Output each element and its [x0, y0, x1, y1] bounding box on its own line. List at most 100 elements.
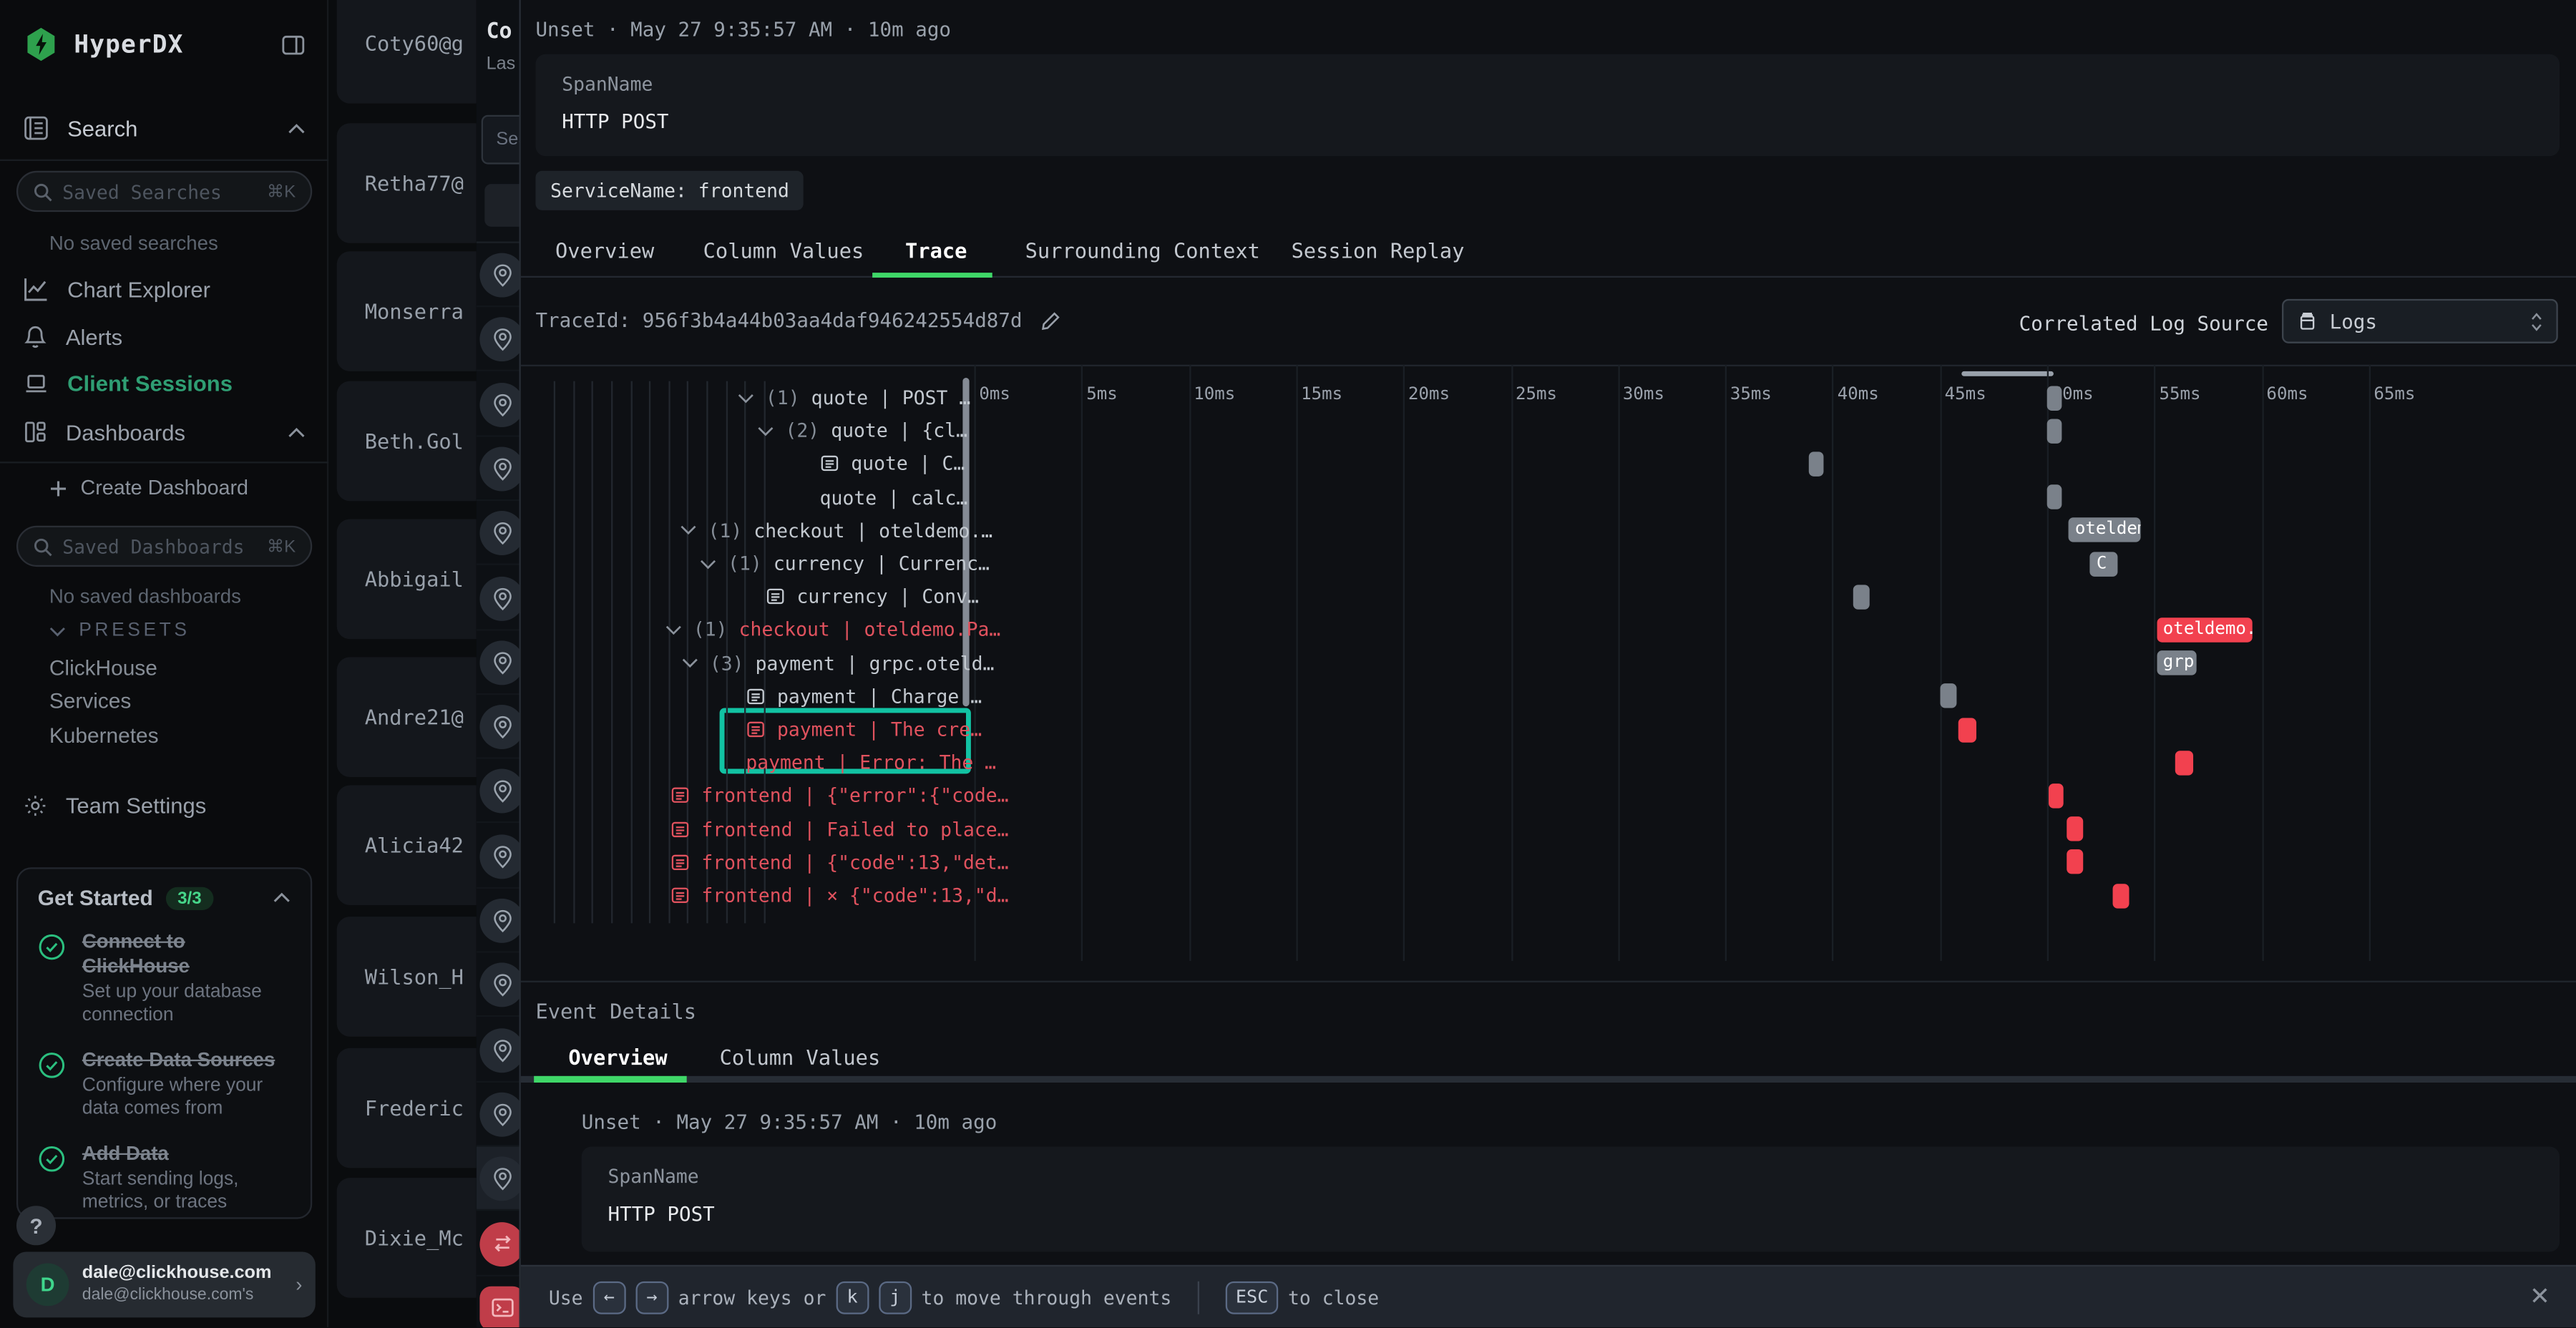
trace-span-row[interactable]: quote | C… [820, 447, 965, 480]
session-event-row[interactable] [477, 1147, 519, 1211]
tab-session-replay[interactable]: Session Replay [1292, 238, 1465, 263]
session-event-row-error[interactable] [477, 1276, 519, 1327]
span-duration-bar[interactable]: grp [2157, 650, 2197, 675]
span-duration-bar[interactable] [2114, 883, 2129, 907]
trace-span-row[interactable]: frontend | × {"code":13,"d… [670, 879, 1009, 912]
sidebar-item-alerts[interactable]: Alerts [23, 323, 306, 350]
session-card[interactable]: Dixie_Mc [337, 1178, 477, 1298]
session-event-row[interactable] [477, 502, 519, 566]
span-duration-bar[interactable] [2067, 850, 2084, 874]
tab-overview[interactable]: Overview [555, 238, 654, 263]
help-button[interactable]: ? [16, 1206, 56, 1245]
event-details-tab-overview[interactable]: Overview [568, 1045, 667, 1069]
sidebar-item-search[interactable]: Search [23, 115, 306, 142]
user-menu[interactable]: D dale@clickhouse.com dale@clickhouse.co… [13, 1251, 315, 1317]
session-event-row[interactable] [477, 630, 519, 695]
saved-searches-input[interactable]: Saved Searches ⌘K [16, 171, 312, 212]
session-card[interactable]: Alicia42 [337, 785, 477, 905]
trace-span-row[interactable]: currency | Conv… [766, 580, 979, 613]
session-card[interactable]: Wilson_H [337, 917, 477, 1037]
sidebar-item-client-sessions[interactable]: Client Sessions [23, 371, 306, 396]
sidebar-item-chart-explorer[interactable]: Chart Explorer [23, 276, 306, 303]
expand-chevron-icon[interactable] [682, 658, 698, 669]
trace-span-row[interactable]: frontend | {"error":{"code… [670, 779, 1009, 812]
trace-span-row[interactable]: (1)checkout | oteldemo.Pa… [665, 613, 1000, 646]
span-duration-bar[interactable] [2049, 783, 2064, 808]
get-started-step[interactable]: Add DataStart sending logs, metrics, or … [38, 1141, 291, 1215]
session-card[interactable]: Retha77@ [337, 123, 477, 243]
trace-span-row[interactable]: (1)checkout | oteldemo.… [680, 514, 993, 547]
presets-toggle[interactable]: PRESETS [49, 621, 190, 641]
saved-dashboards-input[interactable]: Saved Dashboards ⌘K [16, 526, 312, 567]
span-duration-bar[interactable] [1940, 684, 1957, 708]
session-event-row[interactable] [477, 243, 519, 308]
expand-chevron-icon[interactable] [680, 524, 697, 536]
session-event-row-error[interactable] [477, 1211, 519, 1276]
session-event-row[interactable] [477, 1018, 519, 1083]
span-duration-bar[interactable] [2067, 816, 2084, 841]
span-duration-bar[interactable]: oteldemo. [2157, 617, 2253, 642]
session-event-row[interactable] [477, 953, 519, 1017]
span-duration-bar[interactable] [1854, 585, 1869, 609]
trace-span-row[interactable]: (2)quote | {cl… [757, 414, 967, 447]
session-card[interactable]: Andre21@ [337, 657, 477, 777]
trace-span-row[interactable]: frontend | Failed to place… [670, 813, 1009, 846]
span-duration-bar[interactable] [1959, 717, 1976, 741]
expand-chevron-icon[interactable] [757, 425, 774, 436]
expand-chevron-icon[interactable] [700, 557, 716, 569]
preset-services[interactable]: Services [49, 688, 131, 713]
session-event-row[interactable] [477, 372, 519, 436]
session-card[interactable]: Monserra [337, 251, 477, 371]
preset-kubernetes[interactable]: Kubernetes [49, 723, 159, 747]
edit-pencil-icon[interactable] [1040, 310, 1062, 331]
tab-trace[interactable]: Trace [905, 238, 967, 263]
trace-span-row[interactable]: (3)payment | grpc.oteld… [682, 647, 995, 680]
close-icon[interactable]: ✕ [2527, 1284, 2553, 1311]
get-started-step[interactable]: Create Data SourcesConfigure where your … [38, 1048, 291, 1121]
sidebar-item-team-settings[interactable]: Team Settings [23, 794, 306, 818]
log-source-select[interactable]: Logs [2282, 299, 2558, 343]
session-card[interactable]: Frederic [337, 1048, 477, 1168]
expand-chevron-icon[interactable] [738, 392, 754, 404]
trace-span-row[interactable]: payment | The cre… [746, 713, 982, 746]
event-details-tab-column-values[interactable]: Column Values [720, 1045, 881, 1069]
span-duration-bar[interactable] [2047, 485, 2062, 509]
session-event-row[interactable] [477, 695, 519, 759]
session-event-row[interactable] [477, 824, 519, 889]
span-duration-bar[interactable] [2176, 751, 2193, 775]
session-card[interactable]: Abbigail [337, 519, 477, 640]
get-started-step[interactable]: Connect to ClickHouseSet up your databas… [38, 929, 291, 1027]
span-duration-bar[interactable]: C [2090, 551, 2118, 575]
session-event-row[interactable] [477, 308, 519, 372]
chevron-up-icon[interactable] [273, 892, 291, 904]
span-duration-bar[interactable] [1809, 451, 1824, 476]
span-duration-bar[interactable] [2047, 385, 2062, 409]
trace-span-row[interactable]: (1)quote | POST … [738, 381, 970, 414]
sidebar-item-dashboards[interactable]: Dashboards [23, 419, 306, 445]
session-event-row[interactable] [477, 760, 519, 824]
span-duration-bar[interactable] [2047, 419, 2062, 443]
expand-chevron-icon[interactable] [665, 624, 682, 635]
session-card[interactable]: Beth.Gol [337, 381, 477, 502]
session-search-input[interactable]: Sea [482, 115, 519, 165]
horizontal-scrollbar[interactable] [1961, 371, 2054, 376]
tab-column-values[interactable]: Column Values [703, 238, 864, 263]
session-event-row[interactable] [477, 566, 519, 630]
session-event-row[interactable] [477, 1083, 519, 1147]
preset-clickhouse[interactable]: ClickHouse [49, 655, 157, 680]
tab-surrounding-context[interactable]: Surrounding Context [1025, 238, 1260, 263]
footer-use-text: Use [549, 1286, 583, 1309]
span-duration-bar[interactable]: oteldemo [2069, 518, 2142, 542]
trace-span-row[interactable]: frontend | {"code":13,"det… [670, 846, 1009, 879]
service-name-chip[interactable]: ServiceName: frontend [535, 171, 804, 210]
collapse-sidebar-icon[interactable] [281, 32, 306, 57]
trace-span-row[interactable]: payment | Error: The … [746, 746, 996, 779]
session-card[interactable]: Coty60@g [337, 0, 477, 104]
trace-span-row[interactable]: (1)currency | Currenc… [700, 547, 990, 580]
session-filter-button[interactable] [484, 184, 519, 227]
trace-span-row[interactable]: quote | calc… [820, 481, 968, 514]
session-event-row[interactable] [477, 436, 519, 501]
create-dashboard-button[interactable]: Create Dashboard [49, 477, 248, 499]
trace-span-row[interactable]: payment | Charge … [746, 680, 982, 713]
session-event-row[interactable] [477, 889, 519, 953]
